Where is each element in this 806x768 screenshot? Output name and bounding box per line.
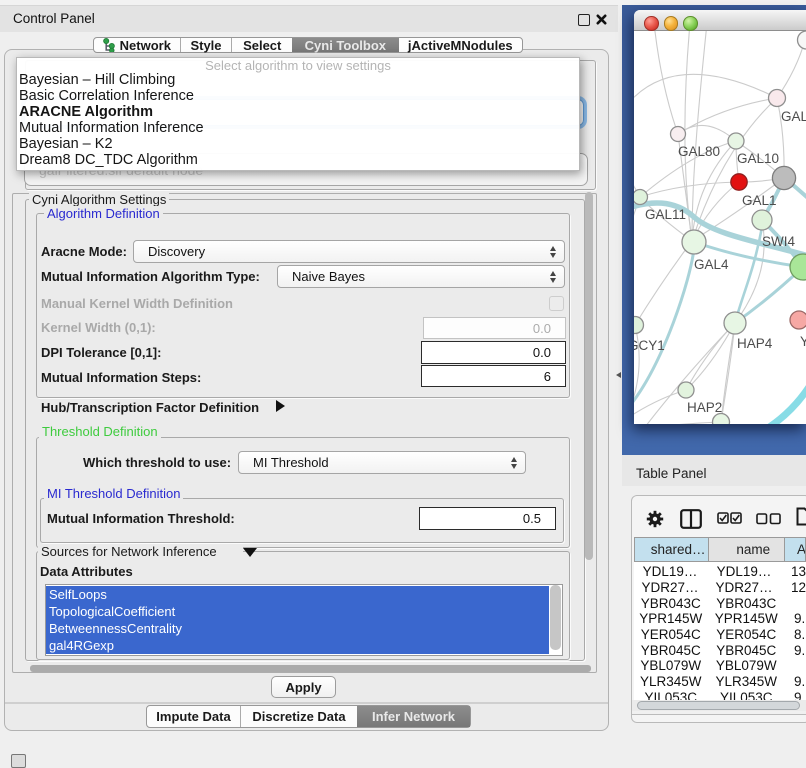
svg-text:GAL4: GAL4	[694, 257, 729, 272]
svg-text:HAP4: HAP4	[737, 336, 773, 351]
svg-text:HAP2: HAP2	[687, 400, 722, 415]
svg-text:YD: YD	[800, 334, 806, 349]
svg-text:SWI4: SWI4	[762, 234, 795, 249]
svg-text:GAL7: GAL7	[781, 109, 806, 124]
svg-text:GAL1: GAL1	[742, 193, 777, 208]
svg-text:GAL10: GAL10	[737, 151, 779, 166]
svg-text:GAL11: GAL11	[645, 207, 686, 222]
svg-text:GCY1: GCY1	[634, 338, 665, 353]
svg-text:GAL80: GAL80	[678, 144, 720, 159]
